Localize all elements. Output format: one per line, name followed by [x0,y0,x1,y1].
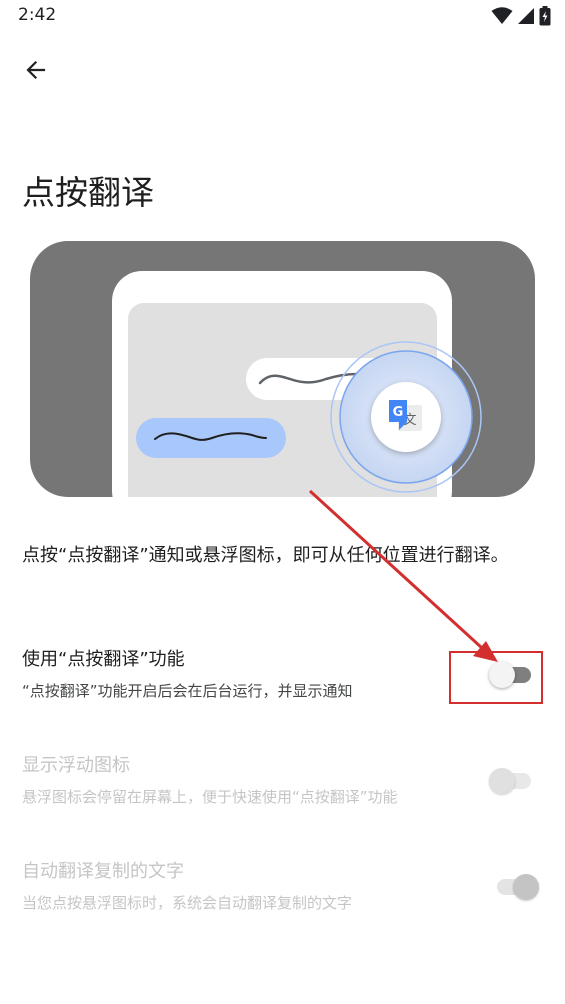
setting-subtitle: 当您点按悬浮图标时，系统会自动翻译复制的文字 [22,894,353,912]
show-floating-icon-switch [489,767,533,795]
auto-translate-copied-switch [497,873,541,901]
back-button[interactable] [16,52,56,88]
setting-auto-translate-copied: 自动翻译复制的文字 当您点按悬浮图标时，系统会自动翻译复制的文字 [22,860,542,913]
squiggle-line [154,432,267,441]
floating-translate-button: 文 G [371,382,441,452]
feature-description: 点按“点按翻译”通知或悬浮图标，即可从任何位置进行翻译。 [22,545,509,566]
status-time: 2:42 [18,5,57,25]
battery-icon [539,6,551,26]
status-icons [491,5,551,27]
wifi-icon [491,7,513,24]
page-title: 点按翻译 [22,173,154,212]
annotation-arrow [308,489,498,662]
status-bar: 2:42 [0,0,565,32]
chat-bubble-blue [136,418,286,458]
arrow-back-icon [26,60,46,80]
switch-thumb [513,874,539,900]
switch-thumb [489,768,515,794]
svg-text:G: G [393,405,404,420]
signal-icon [518,8,534,24]
setting-show-floating-icon: 显示浮动图标 悬浮图标会停留在屏幕上，便于快速使用“点按翻译”功能 [22,754,542,807]
setting-title: 自动翻译复制的文字 [22,861,184,882]
google-translate-icon: 文 G [389,400,422,431]
annotation-highlight-box [449,651,543,704]
hero-illustration: 文 G [30,241,535,497]
setting-subtitle: 悬浮图标会停留在屏幕上，便于快速使用“点按翻译”功能 [22,788,398,806]
setting-title: 显示浮动图标 [22,755,130,776]
